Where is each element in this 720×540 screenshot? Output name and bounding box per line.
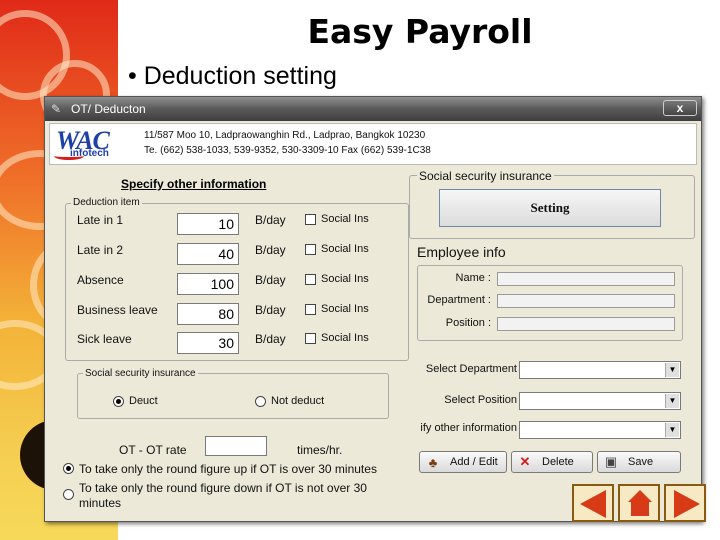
business-leave-label: Business leave <box>77 303 158 317</box>
late-in-2-label: Late in 2 <box>77 243 124 257</box>
save-label: Save <box>628 456 654 468</box>
late-in-2-input[interactable]: 40 <box>177 243 239 265</box>
position-label: Position : <box>445 317 491 329</box>
next-slide-button[interactable] <box>664 484 706 522</box>
absence-input[interactable]: 100 <box>177 273 239 295</box>
absence-social-checkbox[interactable] <box>305 274 316 285</box>
deduct-label: Deuct <box>129 395 158 407</box>
name-field <box>497 272 675 286</box>
prev-slide-button[interactable] <box>572 484 614 522</box>
late-in-1-label: Late in 1 <box>77 213 124 227</box>
arrow-left-icon <box>580 490 606 518</box>
delete-label: Delete <box>542 456 574 468</box>
employee-info-title: Employee info <box>417 244 506 260</box>
late-in-2-social-checkbox[interactable] <box>305 244 316 255</box>
ot-rate-input[interactable] <box>205 436 267 456</box>
late-in-2-unit: B/day <box>255 243 286 257</box>
late-in-1-social-checkbox[interactable] <box>305 214 316 225</box>
absence-unit: B/day <box>255 273 286 287</box>
business-leave-social-label: Social Ins <box>321 303 369 315</box>
company-header: WAC infotech 11/587 Moo 10, Ladpraowangh… <box>49 123 697 165</box>
x-mark-icon: ✕ <box>519 454 531 469</box>
home-roof <box>628 490 652 502</box>
sick-leave-input[interactable]: 30 <box>177 332 239 354</box>
sick-leave-unit: B/day <box>255 332 286 346</box>
window-titlebar[interactable]: ✎ OT/ Deducton x <box>45 97 701 121</box>
social-security-legend: Social security insurance <box>83 368 198 379</box>
absence-social-label: Social Ins <box>321 273 369 285</box>
home-icon <box>628 490 652 518</box>
logo-swoosh <box>54 152 84 160</box>
sick-leave-social-checkbox[interactable] <box>305 333 316 344</box>
late-in-1-social-label: Social Ins <box>321 213 369 225</box>
home-base <box>631 502 649 516</box>
round-up-label: To take only the round figure up if OT i… <box>79 462 377 476</box>
absence-label: Absence <box>77 273 124 287</box>
business-leave-social-checkbox[interactable] <box>305 304 316 315</box>
ot-rate-unit: times/hr. <box>297 443 343 457</box>
company-logo: WAC infotech <box>54 126 136 160</box>
late-in-1-unit: B/day <box>255 213 286 227</box>
late-in-1-input[interactable]: 10 <box>177 213 239 235</box>
sick-leave-label: Sick leave <box>77 332 132 346</box>
select-position-label: Select Position <box>444 394 517 406</box>
position-field <box>497 317 675 331</box>
add-edit-label: Add / Edit <box>450 456 498 468</box>
window-title: OT/ Deducton <box>71 102 146 116</box>
ot-deduction-window: ✎ OT/ Deducton x WAC infotech 11/587 Moo… <box>44 96 702 522</box>
round-down-label: To take only the round figure down if OT… <box>79 481 367 510</box>
company-address: 11/587 Moo 10, Ladpraowanghin Rd., Ladpr… <box>144 128 431 158</box>
name-label: Name : <box>455 272 491 284</box>
ssi-panel-title: Social security insurance <box>417 169 554 183</box>
department-label: Department : <box>427 294 491 306</box>
chevron-down-icon: ▼ <box>665 363 679 377</box>
not-deduct-label: Not deduct <box>271 395 325 407</box>
business-leave-input[interactable]: 80 <box>177 303 239 325</box>
other-info-select[interactable]: ▼ <box>519 421 681 439</box>
business-leave-unit: B/day <box>255 303 286 317</box>
save-button[interactable]: ▣ Save <box>597 451 681 473</box>
add-edit-button[interactable]: ♣ Add / Edit <box>419 451 507 473</box>
deduction-item-legend: Deduction item <box>71 197 142 208</box>
floppy-icon: ▣ <box>604 454 618 469</box>
specify-title: Specify other information <box>121 177 267 191</box>
wrench-icon: ✎ <box>51 102 62 116</box>
late-in-2-social-label: Social Ins <box>321 243 369 255</box>
people-icon: ♣ <box>428 454 438 470</box>
slide-title: Easy Payroll <box>307 12 533 51</box>
slide-bullet: • Deduction setting <box>128 62 337 90</box>
chevron-down-icon: ▼ <box>665 423 679 437</box>
department-field <box>497 294 675 308</box>
other-info-label: ify other information <box>420 422 517 434</box>
round-down-radio[interactable] <box>63 489 74 500</box>
chevron-down-icon: ▼ <box>665 394 679 408</box>
sick-leave-social-label: Social Ins <box>321 332 369 344</box>
department-select[interactable]: ▼ <box>519 361 681 379</box>
deduct-radio[interactable] <box>113 396 124 407</box>
delete-button[interactable]: ✕ Delete <box>511 451 593 473</box>
position-select[interactable]: ▼ <box>519 392 681 410</box>
select-department-label: Select Department <box>425 363 517 375</box>
close-button[interactable]: x <box>663 100 697 116</box>
ot-rate-label: OT - OT rate <box>119 443 187 457</box>
arrow-right-icon <box>674 490 700 518</box>
setting-button[interactable]: Setting <box>439 189 661 227</box>
round-up-radio[interactable] <box>63 463 74 474</box>
address-line-1: 11/587 Moo 10, Ladpraowanghin Rd., Ladpr… <box>144 130 426 141</box>
not-deduct-radio[interactable] <box>255 396 266 407</box>
address-line-2: Te. (662) 538-1033, 539-9352, 530-3309-1… <box>144 145 431 156</box>
social-security-group <box>77 373 389 419</box>
home-slide-button[interactable] <box>618 484 660 522</box>
